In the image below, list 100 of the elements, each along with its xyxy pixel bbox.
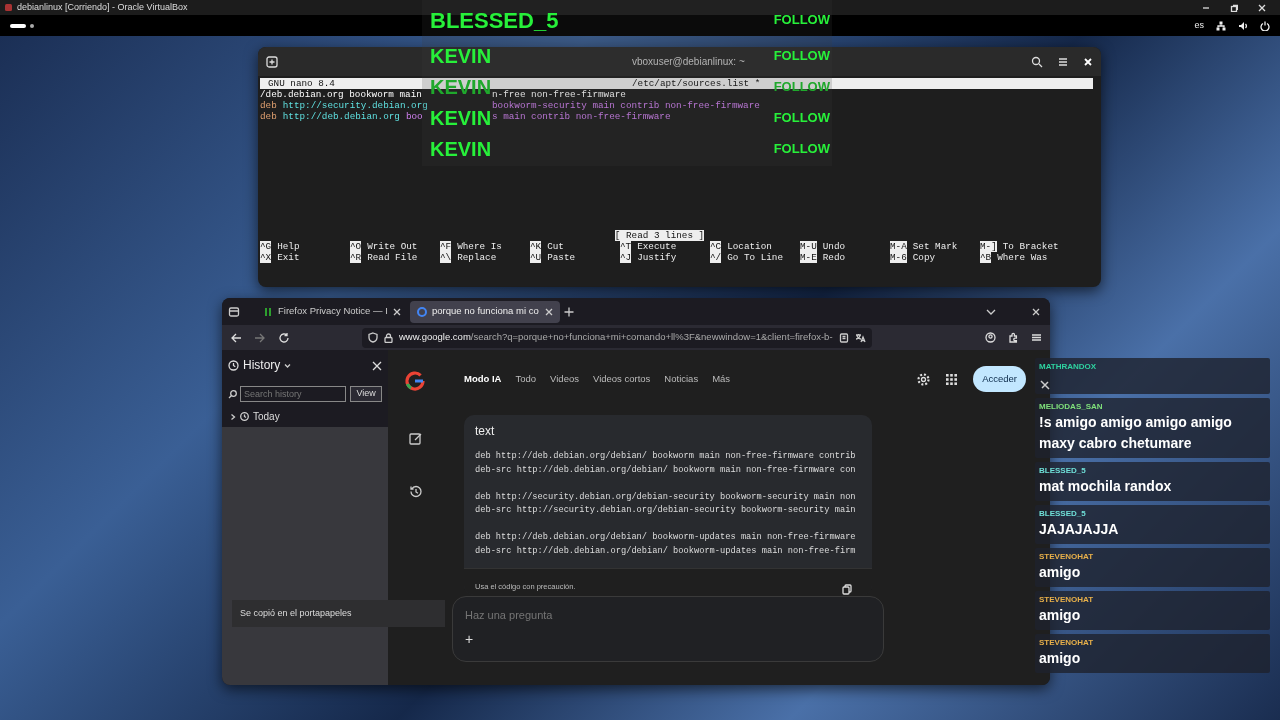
chat-text: amigo [1039, 649, 1082, 668]
follow-label: FOLLOW [773, 139, 830, 158]
shortcut-label: Write Out [367, 241, 418, 252]
chat-username: BLESSED_5 [1039, 508, 1087, 519]
shortcut-label: Go To Line [727, 252, 783, 263]
power-icon[interactable] [1260, 20, 1270, 31]
app-icon [4, 3, 13, 12]
chat-username: STEVENOHAT [1039, 551, 1095, 562]
close-icon[interactable] [1258, 3, 1266, 12]
chat-username: MELIODAS_SAN [1039, 401, 1104, 412]
code-line: deb http://security.debian.org/debian-security bookworm-security main non [475, 490, 857, 504]
search-tab[interactable]: Más [712, 371, 731, 387]
code-line: deb-src http://deb.debian.org/debian/ bookworm-updates main non-free-firm [475, 544, 857, 558]
menu-icon[interactable] [1031, 332, 1042, 343]
shortcut-label: Copy [912, 252, 936, 263]
back-icon[interactable] [230, 331, 242, 344]
search-tab[interactable]: Modo IA [464, 371, 502, 387]
copy-icon[interactable] [842, 583, 852, 595]
address-bar[interactable]: www.google.com/search?q=porque+no+funciona+mi+comando+ll%3F&newwindow=1&client=firefox-b- [362, 327, 872, 348]
shortcut-key: ^X [260, 252, 272, 263]
follower-name: BLESSED_5 [430, 6, 559, 35]
close-icon[interactable] [1032, 307, 1040, 316]
tab-list-icon[interactable] [228, 305, 240, 318]
search-icon [228, 389, 237, 399]
shortcut-key: ^G [260, 241, 272, 252]
reader-view-icon[interactable] [838, 332, 849, 343]
shortcut-label: Paste [547, 252, 576, 263]
code-text: deb [260, 111, 277, 122]
volume-icon[interactable] [1238, 20, 1248, 31]
code-text: deb [260, 100, 277, 111]
code-text: n-free non-free-firmware [492, 89, 626, 100]
follow-label: FOLLOW [773, 46, 830, 65]
view-button[interactable]: View [350, 386, 382, 402]
search-tab[interactable]: Todo [515, 371, 537, 387]
follow-label: FOLLOW [773, 11, 830, 30]
chat-text: mat mochila randox [1039, 477, 1173, 496]
tree-item[interactable]: Today [222, 406, 388, 427]
network-icon[interactable] [1216, 20, 1226, 31]
close-icon[interactable] [545, 307, 553, 316]
toast-message: Se copió en el portapapeles [232, 600, 445, 627]
search-tab[interactable]: Videos cortos [592, 371, 651, 387]
code-text: boo [405, 111, 423, 122]
google-logo-icon[interactable] [404, 370, 426, 392]
code-text: http://deb.debian.org [282, 111, 400, 122]
shortcut-key: ^U [530, 252, 542, 263]
account-icon[interactable] [985, 332, 996, 343]
history-icon[interactable] [408, 485, 422, 498]
shortcut-label: To Bracket [1002, 241, 1059, 252]
shield-icon [368, 332, 378, 343]
status-message: [ Read 3 lines ] [614, 230, 705, 241]
forward-icon[interactable] [254, 331, 266, 344]
shortcut-key: M-E [800, 252, 817, 263]
edit-icon[interactable] [408, 432, 422, 445]
add-button[interactable]: + [465, 631, 475, 646]
search-tab[interactable]: Noticias [664, 371, 699, 387]
close-icon[interactable] [392, 307, 401, 316]
shortcut-key: M-U [800, 241, 817, 252]
window-title: debianlinux [Corriendo] - Oracle VirtualBox [17, 0, 188, 14]
chevron-right-icon[interactable] [230, 413, 236, 420]
apps-grid-icon[interactable] [946, 373, 958, 385]
shortcut-label: Cut [547, 241, 564, 252]
shortcut-label: Read File [367, 252, 418, 263]
search-field[interactable]: Search history [240, 386, 346, 402]
chat-text: JAJAJAJJA [1039, 520, 1120, 539]
editor-version: GNU nano 8.4 [267, 78, 336, 89]
shortcut-key: ^R [350, 252, 362, 263]
shortcut-key: ^T [620, 241, 632, 252]
code-text: http://security.debian.org [282, 100, 428, 111]
sidebar-title[interactable]: History [243, 356, 281, 374]
extensions-icon[interactable] [1008, 332, 1019, 343]
menu-icon[interactable] [1057, 55, 1069, 68]
sign-in-button[interactable]: Acceder [973, 365, 1026, 393]
new-tab-icon[interactable] [266, 55, 278, 68]
chat-username: STEVENOHAT [1039, 594, 1095, 605]
shortcut-key: M-A [890, 241, 907, 252]
settings-icon[interactable] [917, 372, 931, 386]
keyboard-layout-indicator[interactable]: es [1194, 18, 1204, 33]
browser-tab[interactable]: porque no funciona mi co [410, 300, 560, 323]
translate-icon[interactable] [854, 332, 866, 343]
reload-icon[interactable] [278, 331, 290, 344]
favicon-icon [263, 306, 273, 317]
shortcut-key: ^O [350, 241, 362, 252]
shortcut-key: M-6 [890, 252, 907, 263]
new-tab-icon[interactable] [564, 306, 574, 317]
shortcut-key: M-] [980, 241, 997, 252]
question-field[interactable]: Haz una pregunta + [452, 596, 884, 662]
close-icon[interactable] [372, 360, 382, 371]
restore-icon[interactable] [1230, 3, 1238, 12]
search-icon[interactable] [1031, 55, 1043, 68]
workspace-indicator-icon[interactable] [10, 22, 36, 29]
follower-name: KEVIN [430, 105, 492, 131]
shortcut-label: Replace [457, 252, 497, 263]
shortcut-label: Exit [277, 252, 300, 263]
chevron-down-icon[interactable] [284, 361, 292, 369]
browser-tab[interactable]: Firefox Privacy Notice — I [256, 300, 406, 323]
chat-username: STEVENOHAT [1039, 637, 1095, 648]
follow-label: FOLLOW [773, 108, 830, 127]
shortcut-key: ^C [710, 241, 722, 252]
search-tab[interactable]: Videos [550, 371, 579, 387]
shortcut-key: ^B [980, 252, 992, 263]
